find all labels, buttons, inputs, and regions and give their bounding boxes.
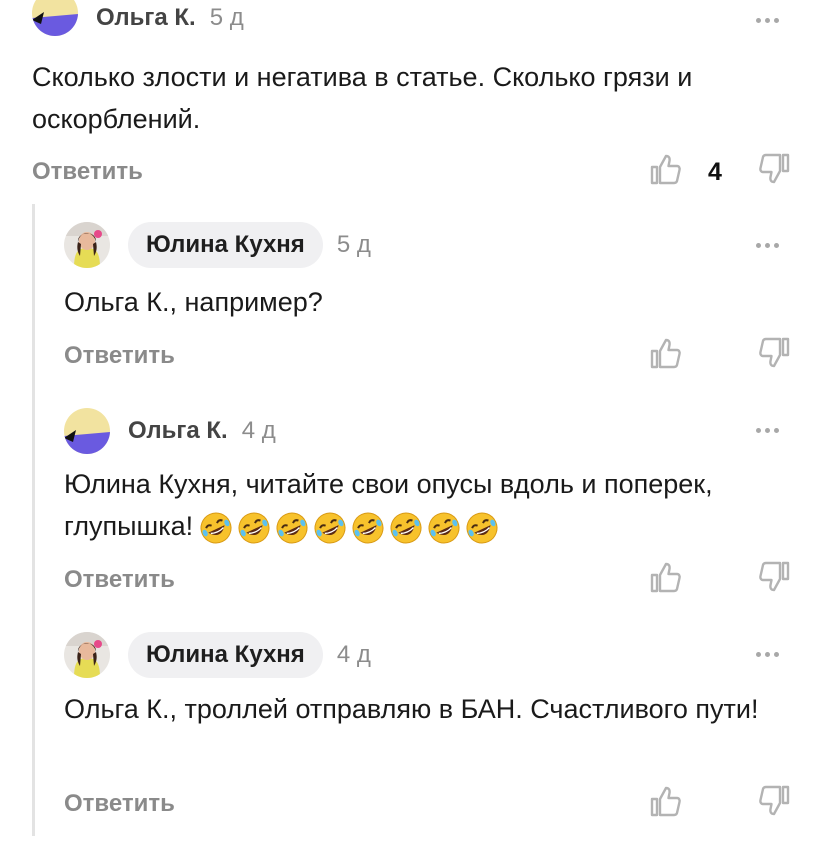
rolling-on-floor-laughing-emoji [351, 511, 385, 545]
reply-button[interactable]: Ответить [64, 566, 175, 594]
rolling-on-floor-laughing-emoji [427, 511, 461, 545]
rolling-on-floor-laughing-emoji [199, 511, 233, 545]
dislike-icon[interactable] [758, 560, 792, 594]
comment-time: 4 д [241, 417, 276, 444]
like-icon[interactable] [648, 560, 682, 594]
like-count: 4 [708, 158, 722, 186]
more-options-icon[interactable] [756, 428, 779, 433]
thread-line [32, 204, 35, 836]
avatar[interactable] [64, 222, 110, 268]
comment-text: Сколько злости и негатива в статье. Скол… [32, 62, 693, 134]
rolling-on-floor-laughing-emoji [313, 511, 347, 545]
comment-text: Юлина Кухня, читайте свои опусы вдоль и … [64, 463, 804, 547]
rolling-on-floor-laughing-emoji [465, 511, 499, 545]
comment-text: Ольга К., троллей отправляю в БАН. Счаст… [64, 694, 759, 724]
rolling-on-floor-laughing-emoji [389, 511, 423, 545]
rolling-on-floor-laughing-emoji [275, 511, 309, 545]
author-name[interactable]: Юлина Кухня [128, 222, 323, 268]
comment-time: 4 д [336, 641, 371, 668]
avatar[interactable] [64, 632, 110, 678]
avatar[interactable] [32, 0, 78, 36]
rolling-on-floor-laughing-emoji [237, 511, 271, 545]
reply-button[interactable]: Ответить [32, 158, 143, 186]
comment-time: 5 д [336, 231, 371, 258]
like-icon[interactable] [648, 152, 682, 186]
reply-button[interactable]: Ответить [64, 342, 175, 370]
emoji-row [199, 511, 499, 545]
more-options-icon[interactable] [756, 18, 779, 23]
like-icon[interactable] [648, 336, 682, 370]
reply-button[interactable]: Ответить [64, 790, 175, 818]
more-options-icon[interactable] [756, 652, 779, 657]
comment-text: Ольга К., например? [64, 287, 323, 317]
author-name[interactable]: Ольга К. [96, 4, 196, 32]
like-icon[interactable] [648, 784, 682, 818]
author-name[interactable]: Юлина Кухня [128, 632, 323, 678]
dislike-icon[interactable] [758, 152, 792, 186]
avatar[interactable] [64, 408, 110, 454]
author-name[interactable]: Ольга К. [128, 417, 228, 445]
dislike-icon[interactable] [758, 336, 792, 370]
comment-time: 5 д [209, 4, 244, 31]
dislike-icon[interactable] [758, 784, 792, 818]
more-options-icon[interactable] [756, 243, 779, 248]
